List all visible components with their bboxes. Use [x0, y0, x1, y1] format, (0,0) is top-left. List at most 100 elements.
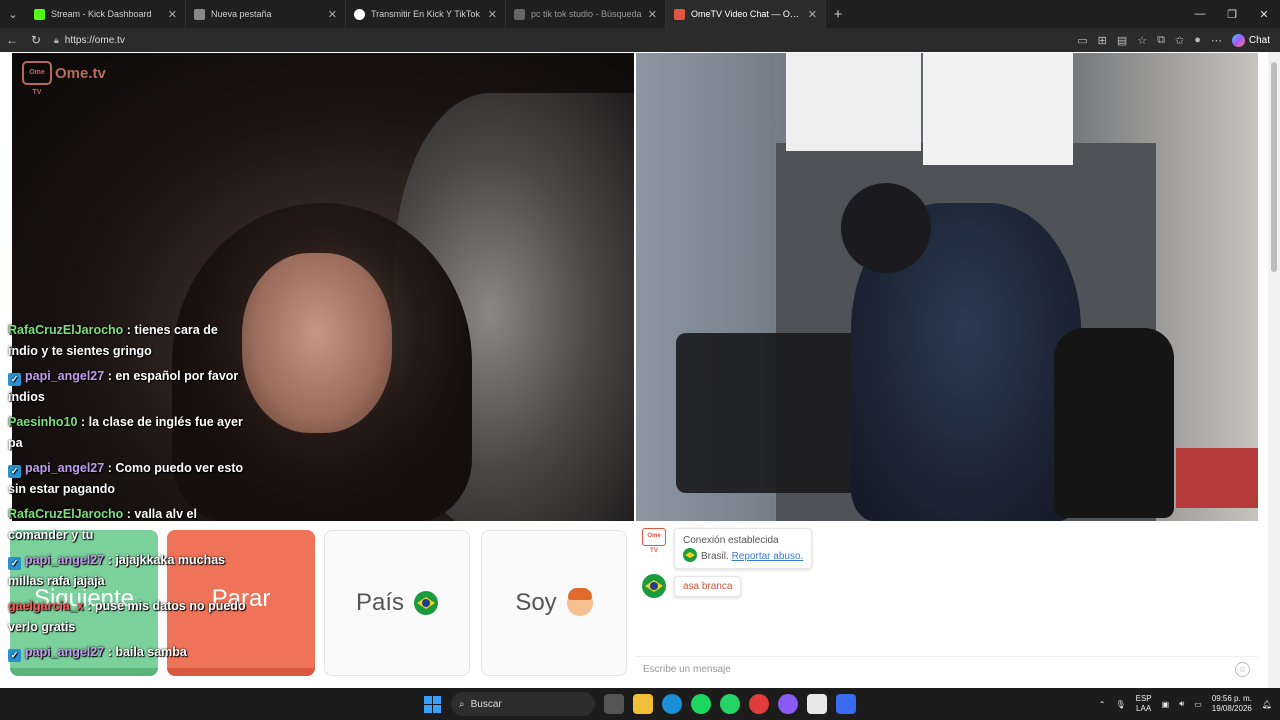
tab-title: Nueva pestaña [211, 9, 272, 19]
ometv-mini-logo-icon: Ome TV [642, 528, 666, 554]
chat-username: papi_angel27 [25, 369, 105, 383]
read-aloud-icon[interactable]: ▤ [1117, 34, 1127, 47]
chat-username: Paesinho10 [8, 415, 78, 429]
ometv-page: Siguiente Parar País Soy RafaCruzElJaroc… [0, 52, 1280, 688]
system-message: Ome TV Conexión establecida Brasil. Repo… [642, 528, 813, 569]
ometv-favicon-icon [674, 8, 685, 20]
system-bubble: Conexión establecida Brasil. Reportar ab… [674, 528, 813, 569]
url-text: https://ome.tv [64, 34, 125, 46]
favorites-icon[interactable]: ✩ [1175, 34, 1184, 47]
boy-avatar-icon [566, 588, 593, 616]
chat-username: RafaCruzElJarocho [8, 323, 124, 337]
ometv-logo[interactable]: Ome TV Ome.tv [22, 61, 106, 96]
chat-message: ✓ papi_angel27 : Como puedo ver esto sin … [8, 458, 248, 500]
chat-text: : baila samba [107, 645, 187, 659]
brazil-flag-icon [683, 548, 697, 562]
kick-badge-icon: ✓ [8, 557, 21, 570]
close-tab-icon[interactable]: ✕ [488, 8, 497, 21]
extensions-icon[interactable]: ⧉ [1157, 34, 1165, 47]
close-window-icon[interactable]: ✕ [1248, 0, 1280, 28]
chat-message: ✓ papi_angel27 : baila samba [8, 642, 248, 663]
chat-message: RafaCruzElJarocho : tienes cara de indio… [8, 320, 248, 362]
app-purple-icon[interactable] [778, 694, 798, 714]
tab-kick-dashboard[interactable]: Stream - Kick Dashboard ✕ [26, 0, 186, 28]
tab-ometv[interactable]: OmeTV Video Chat — Omegl ✕ [666, 0, 826, 28]
stream-chat-overlay: RafaCruzElJarocho : tienes cara de indio… [8, 320, 248, 667]
country-button-label: País [355, 589, 405, 616]
restore-icon[interactable]: ❐ [1216, 0, 1248, 28]
chat-username: gaelgarcia_x [8, 599, 84, 613]
kick-badge-icon: ✓ [8, 373, 21, 386]
chat-message-row: asa branca [642, 574, 742, 598]
clock[interactable]: 09:56 p. m. 19/08/2026 [1212, 694, 1252, 714]
chevron-up-icon[interactable]: ⌃ [1099, 700, 1106, 709]
close-tab-icon[interactable]: ✕ [648, 8, 657, 21]
page-favicon-icon [194, 8, 205, 20]
system-tray: ⌃ 🎙︎ ESP LAA ▣ 🔊︎ ▭ 09:56 p. m. 19/08/2026… [1099, 688, 1272, 720]
minimize-icon[interactable]: — [1184, 0, 1216, 28]
message-input-placeholder: Escribe un mensaje [643, 664, 731, 675]
message-input[interactable]: Escribe un mensaje ☺ [636, 656, 1258, 682]
close-tab-icon[interactable]: ✕ [168, 8, 177, 21]
tab-transmitir[interactable]: Transmitir En Kick Y TikTok ✕ [346, 0, 506, 28]
windows-start-icon[interactable] [424, 696, 441, 713]
network-icon[interactable]: ▣ [1162, 700, 1170, 709]
new-tab-icon[interactable]: + [826, 0, 850, 28]
microphone-icon[interactable]: 🎙︎ [1115, 700, 1125, 709]
tab-title: Stream - Kick Dashboard [51, 9, 152, 19]
app-red-icon[interactable] [749, 694, 769, 714]
back-icon[interactable]: ← [0, 33, 24, 47]
language-indicator[interactable]: ESP LAA [1136, 694, 1152, 714]
report-abuse-link[interactable]: Reportar abuso. [732, 551, 804, 562]
kick-favicon-icon [34, 8, 45, 20]
tab-strip: ⌄ Stream - Kick Dashboard ✕ Nueva pestañ… [0, 0, 1280, 28]
ometv-chat-panel: Ome TV Conexión establecida Brasil. Repo… [636, 522, 1258, 682]
chat-message: RafaCruzElJarocho : valla alv el comande… [8, 504, 248, 546]
edge-icon[interactable] [662, 694, 682, 714]
gender-button[interactable]: Soy [481, 530, 627, 676]
connection-status: Conexión establecida [683, 535, 779, 546]
tab-new-tab[interactable]: Nueva pestaña ✕ [186, 0, 346, 28]
file-explorer-icon[interactable] [633, 694, 653, 714]
whatsapp-icon[interactable] [720, 694, 740, 714]
chat-username: papi_angel27 [25, 553, 105, 567]
notifications-icon[interactable]: 🔔︎ [1262, 700, 1272, 709]
emoji-icon[interactable]: ☺ [1235, 662, 1250, 677]
chat-message: ✓ papi_angel27 : en español por favor ind… [8, 366, 248, 408]
volume-icon[interactable]: 🔊︎ [1179, 699, 1184, 709]
reload-icon[interactable]: ↻ [24, 33, 48, 47]
tab-search-chevron-icon[interactable]: ⌄ [0, 0, 26, 28]
chat-username: papi_angel27 [25, 645, 105, 659]
store-icon[interactable] [807, 694, 827, 714]
task-view-icon[interactable] [604, 694, 624, 714]
camera-icon[interactable]: ▭ [1077, 34, 1087, 47]
taskbar: ⌕ Buscar ⌃ 🎙︎ ESP LAA ▣ 🔊︎ ▭ 09:56 p. m. 1… [0, 688, 1280, 720]
lang-layout: LAA [1136, 704, 1152, 713]
lock-icon[interactable]: 🔒︎ [54, 35, 59, 46]
battery-icon[interactable]: ▭ [1194, 700, 1202, 709]
search-favicon-icon [514, 8, 525, 20]
more-menu-icon[interactable]: ⋯ [1211, 34, 1222, 47]
chat-message: gaelgarcia_x : puse mis datos no puedo v… [8, 596, 248, 638]
close-tab-icon[interactable]: ✕ [808, 8, 817, 21]
tab-busqueda[interactable]: pc tik tok studio - Búsqueda ✕ [506, 0, 666, 28]
ometv-wordmark: Ome.tv [55, 64, 106, 82]
scrollbar-thumb[interactable] [1271, 62, 1277, 272]
page-scrollbar[interactable] [1268, 52, 1280, 688]
search-label: Buscar [470, 698, 502, 710]
address-bar: ← ↻ 🔒︎ https://ome.tv ▭ ⊞ ▤ ☆ ⧉ ✩ ● ⋯ Ch… [0, 28, 1280, 52]
app-available-icon[interactable]: ⊞ [1098, 34, 1107, 47]
app-blue-icon[interactable] [836, 694, 856, 714]
country-button[interactable]: País [324, 530, 470, 676]
spotify-icon[interactable] [691, 694, 711, 714]
copilot-button[interactable]: Chat [1231, 33, 1270, 47]
chat-username: papi_angel27 [25, 461, 105, 475]
copilot-label: Chat [1248, 34, 1270, 46]
favorite-star-icon[interactable]: ☆ [1137, 34, 1147, 47]
taskbar-search[interactable]: ⌕ Buscar [451, 692, 595, 716]
kick-badge-icon: ✓ [8, 649, 21, 662]
close-tab-icon[interactable]: ✕ [328, 8, 337, 21]
profile-avatar[interactable]: ● [1194, 34, 1201, 46]
brazil-flag-icon [414, 591, 439, 615]
url-field[interactable]: 🔒︎ https://ome.tv [54, 35, 125, 46]
